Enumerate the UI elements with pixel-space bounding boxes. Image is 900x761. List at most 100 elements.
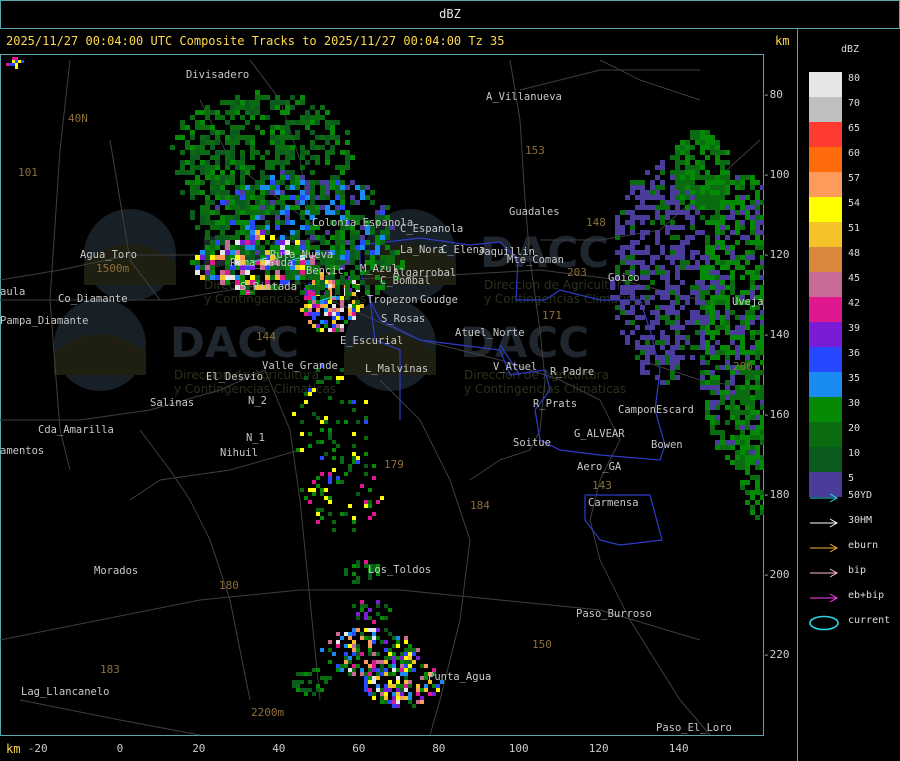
- echo-pixel: [760, 275, 764, 280]
- place-label: 180: [219, 579, 239, 592]
- echo-pixel: [685, 190, 690, 195]
- echo-pixel: [205, 105, 210, 110]
- echo-pixel: [705, 140, 710, 145]
- echo-pixel: [705, 290, 710, 295]
- echo-pixel: [625, 255, 630, 260]
- echo-pixel: [295, 265, 300, 270]
- echo-pixel: [630, 265, 635, 270]
- echo-pixel: [660, 290, 665, 295]
- echo-pixel: [344, 632, 348, 636]
- echo-pixel: [715, 365, 720, 370]
- echo-pixel: [715, 405, 720, 410]
- echo-pixel: [260, 185, 265, 190]
- echo-pixel: [315, 110, 320, 115]
- echo-pixel: [360, 235, 365, 240]
- echo-pixel: [210, 165, 215, 170]
- echo-pixel: [700, 370, 705, 375]
- place-label: Valle_Grande: [262, 360, 338, 372]
- echo-pixel: [392, 684, 396, 688]
- echo-pixel: [392, 704, 396, 708]
- echo-pixel: [260, 190, 265, 195]
- echo-pixel: [280, 130, 285, 135]
- echo-pixel: [352, 432, 356, 436]
- echo-pixel: [695, 265, 700, 270]
- place-label: Soitue: [513, 437, 551, 449]
- echo-pixel: [312, 692, 316, 696]
- echo-pixel: [675, 200, 680, 205]
- echo-pixel: [376, 636, 380, 640]
- echo-pixel: [316, 312, 320, 316]
- echo-pixel: [250, 220, 255, 225]
- legend-value-5: 5: [848, 473, 855, 484]
- legend-value-65: 65: [848, 123, 861, 134]
- echo-pixel: [255, 180, 260, 185]
- echo-pixel: [310, 230, 315, 235]
- legend-swatch-30: [809, 397, 842, 422]
- echo-pixel: [725, 310, 730, 315]
- track-legend-50YD: 50YD: [808, 490, 900, 506]
- echo-pixel: [620, 245, 625, 250]
- echo-pixel: [705, 370, 710, 375]
- echo-pixel: [336, 328, 340, 332]
- echo-pixel: [348, 636, 352, 640]
- echo-pixel: [625, 340, 630, 345]
- echo-pixel: [690, 215, 695, 220]
- echo-pixel: [195, 260, 200, 265]
- echo-pixel: [364, 472, 368, 476]
- radar-map[interactable]: DACCDireccion de Agriculturay Contingenc…: [0, 54, 764, 736]
- echo-pixel: [675, 150, 680, 155]
- echo-pixel: [344, 472, 348, 476]
- echo-pixel: [372, 680, 376, 684]
- echo-pixel: [750, 405, 755, 410]
- echo-pixel: [344, 656, 348, 660]
- echo-pixel: [365, 185, 370, 190]
- echo-pixel: [384, 656, 388, 660]
- x-tick-label: 40: [272, 742, 286, 755]
- echo-pixel: [308, 292, 312, 296]
- echo-pixel: [270, 205, 275, 210]
- echo-pixel: [225, 100, 230, 105]
- place-label: 150: [532, 638, 552, 651]
- echo-pixel: [388, 680, 392, 684]
- echo-pixel: [320, 190, 325, 195]
- echo-pixel: [325, 160, 330, 165]
- echo-pixel: [690, 195, 695, 200]
- echo-pixel: [185, 160, 190, 165]
- echo-pixel: [745, 415, 750, 420]
- y-tick-label: -160: [763, 408, 790, 421]
- echo-pixel: [368, 676, 372, 680]
- echo-pixel: [725, 175, 730, 180]
- echo-pixel: [630, 245, 635, 250]
- echo-pixel: [350, 155, 355, 160]
- echo-pixel: [200, 165, 205, 170]
- echo-pixel: [710, 370, 715, 375]
- echo-pixel: [290, 145, 295, 150]
- echo-pixel: [755, 205, 760, 210]
- echo-pixel: [715, 445, 720, 450]
- echo-pixel: [220, 280, 225, 285]
- echo-pixel: [200, 215, 205, 220]
- echo-pixel: [245, 225, 250, 230]
- echo-pixel: [675, 165, 680, 170]
- echo-pixel: [730, 340, 735, 345]
- echo-pixel: [725, 420, 730, 425]
- echo-pixel: [645, 345, 650, 350]
- echo-pixel: [645, 195, 650, 200]
- echo-pixel: [295, 135, 300, 140]
- legend-swatch-57: [809, 172, 842, 197]
- echo-pixel: [340, 200, 345, 205]
- echo-pixel: [336, 480, 340, 484]
- echo-pixel: [660, 245, 665, 250]
- echo-pixel: [665, 225, 670, 230]
- echo-pixel: [755, 235, 760, 240]
- echo-pixel: [320, 648, 324, 652]
- echo-pixel: [710, 150, 715, 155]
- echo-pixel: [715, 160, 720, 165]
- echo-pixel: [368, 504, 372, 508]
- echo-pixel: [665, 315, 670, 320]
- echo-pixel: [715, 150, 720, 155]
- echo-pixel: [220, 225, 225, 230]
- echo-pixel: [755, 195, 760, 200]
- echo-pixel: [392, 664, 396, 668]
- echo-pixel: [380, 616, 384, 620]
